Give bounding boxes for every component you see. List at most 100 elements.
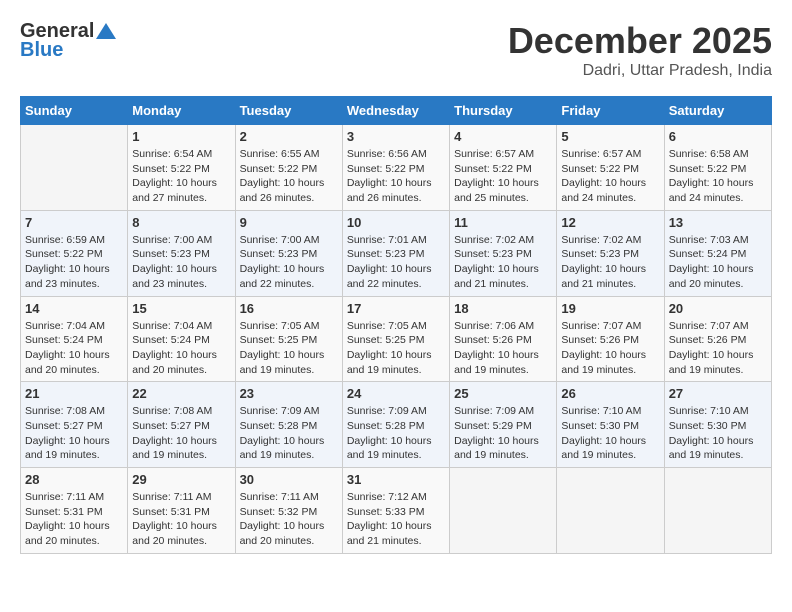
- day-number: 13: [669, 215, 767, 230]
- day-number: 30: [240, 472, 338, 487]
- calendar-week-row: 28 Sunrise: 7:11 AM Sunset: 5:31 PM Dayli…: [21, 468, 772, 554]
- day-number: 17: [347, 301, 445, 316]
- day-number: 31: [347, 472, 445, 487]
- day-number: 9: [240, 215, 338, 230]
- month-title: December 2025: [508, 20, 772, 62]
- day-number: 14: [25, 301, 123, 316]
- day-info: Sunrise: 7:03 AM Sunset: 5:24 PM Dayligh…: [669, 233, 767, 292]
- calendar-cell: 12Sunrise: 7:02 AM Sunset: 5:23 PM Dayli…: [557, 210, 664, 296]
- weekday-header-monday: Monday: [128, 97, 235, 125]
- calendar-cell: 25 Sunrise: 7:09 AM Sunset: 5:29 PM Dayli…: [450, 382, 557, 468]
- calendar-cell: 8Sunrise: 7:00 AM Sunset: 5:23 PM Daylig…: [128, 210, 235, 296]
- day-number: 21: [25, 386, 123, 401]
- weekday-header-tuesday: Tuesday: [235, 97, 342, 125]
- logo-blue-text: Blue: [20, 39, 63, 62]
- calendar-cell: 5Sunrise: 6:57 AM Sunset: 5:22 PM Daylig…: [557, 125, 664, 211]
- day-number: 16: [240, 301, 338, 316]
- day-number: 11: [454, 215, 552, 230]
- day-number: 4: [454, 129, 552, 144]
- calendar-cell: [557, 468, 664, 554]
- calendar-cell: 17Sunrise: 7:05 AM Sunset: 5:25 PM Dayli…: [342, 296, 449, 382]
- day-info: Sunrise: 7:09 AM Sunset: 5:28 PM Dayligh…: [240, 404, 338, 463]
- calendar-cell: 22 Sunrise: 7:08 AM Sunset: 5:27 PM Dayli…: [128, 382, 235, 468]
- day-info: Sunrise: 6:56 AM Sunset: 5:22 PM Dayligh…: [347, 147, 445, 206]
- day-info: Sunrise: 7:08 AM Sunset: 5:27 PM Dayligh…: [25, 404, 123, 463]
- calendar-cell: 11Sunrise: 7:02 AM Sunset: 5:23 PM Dayli…: [450, 210, 557, 296]
- day-number: 23: [240, 386, 338, 401]
- day-info: Sunrise: 7:11 AM Sunset: 5:32 PM Dayligh…: [240, 490, 338, 549]
- day-info: Sunrise: 7:07 AM Sunset: 5:26 PM Dayligh…: [561, 319, 659, 378]
- day-number: 22: [132, 386, 230, 401]
- calendar-cell: 31 Sunrise: 7:12 AM Sunset: 5:33 PM Dayli…: [342, 468, 449, 554]
- day-info: Sunrise: 6:58 AM Sunset: 5:22 PM Dayligh…: [669, 147, 767, 206]
- calendar-cell: 19 Sunrise: 7:07 AM Sunset: 5:26 PM Dayli…: [557, 296, 664, 382]
- day-info: Sunrise: 6:54 AM Sunset: 5:22 PM Dayligh…: [132, 147, 230, 206]
- day-number: 29: [132, 472, 230, 487]
- day-info: Sunrise: 7:01 AM Sunset: 5:23 PM Dayligh…: [347, 233, 445, 292]
- day-number: 25: [454, 386, 552, 401]
- calendar-cell: 28Sunrise: 7:11 AM Sunset: 5:31 PM Dayli…: [21, 468, 128, 554]
- calendar-cell: 30 Sunrise: 7:11 AM Sunset: 5:32 PM Dayli…: [235, 468, 342, 554]
- calendar-cell: [664, 468, 771, 554]
- day-number: 19: [561, 301, 659, 316]
- day-number: 6: [669, 129, 767, 144]
- weekday-header-wednesday: Wednesday: [342, 97, 449, 125]
- calendar-cell: 13 Sunrise: 7:03 AM Sunset: 5:24 PM Dayli…: [664, 210, 771, 296]
- calendar-cell: 24 Sunrise: 7:09 AM Sunset: 5:28 PM Dayli…: [342, 382, 449, 468]
- calendar-cell: 16 Sunrise: 7:05 AM Sunset: 5:25 PM Dayli…: [235, 296, 342, 382]
- day-number: 28: [25, 472, 123, 487]
- calendar-cell: 26Sunrise: 7:10 AM Sunset: 5:30 PM Dayli…: [557, 382, 664, 468]
- day-info: Sunrise: 7:00 AM Sunset: 5:23 PM Dayligh…: [240, 233, 338, 292]
- calendar: SundayMondayTuesdayWednesdayThursdayFrid…: [20, 96, 772, 554]
- calendar-week-row: 14 Sunrise: 7:04 AM Sunset: 5:24 PM Dayli…: [21, 296, 772, 382]
- day-number: 3: [347, 129, 445, 144]
- logo: General Blue: [20, 20, 116, 62]
- day-info: Sunrise: 7:10 AM Sunset: 5:30 PM Dayligh…: [669, 404, 767, 463]
- day-info: Sunrise: 7:09 AM Sunset: 5:29 PM Dayligh…: [454, 404, 552, 463]
- location-title: Dadri, Uttar Pradesh, India: [508, 62, 772, 80]
- weekday-header-thursday: Thursday: [450, 97, 557, 125]
- day-info: Sunrise: 6:57 AM Sunset: 5:22 PM Dayligh…: [454, 147, 552, 206]
- day-number: 15: [132, 301, 230, 316]
- title-area: December 2025 Dadri, Uttar Pradesh, Indi…: [508, 20, 772, 80]
- calendar-cell: 20 Sunrise: 7:07 AM Sunset: 5:26 PM Dayli…: [664, 296, 771, 382]
- day-info: Sunrise: 7:06 AM Sunset: 5:26 PM Dayligh…: [454, 319, 552, 378]
- weekday-header-friday: Friday: [557, 97, 664, 125]
- day-info: Sunrise: 6:59 AM Sunset: 5:22 PM Dayligh…: [25, 233, 123, 292]
- day-number: 1: [132, 129, 230, 144]
- day-info: Sunrise: 7:04 AM Sunset: 5:24 PM Dayligh…: [25, 319, 123, 378]
- weekday-header-saturday: Saturday: [664, 97, 771, 125]
- day-number: 24: [347, 386, 445, 401]
- calendar-week-row: 21 Sunrise: 7:08 AM Sunset: 5:27 PM Dayli…: [21, 382, 772, 468]
- calendar-cell: 10Sunrise: 7:01 AM Sunset: 5:23 PM Dayli…: [342, 210, 449, 296]
- calendar-cell: 15 Sunrise: 7:04 AM Sunset: 5:24 PM Dayli…: [128, 296, 235, 382]
- calendar-cell: 1 Sunrise: 6:54 AM Sunset: 5:22 PM Daylig…: [128, 125, 235, 211]
- day-info: Sunrise: 6:57 AM Sunset: 5:22 PM Dayligh…: [561, 147, 659, 206]
- day-number: 7: [25, 215, 123, 230]
- day-info: Sunrise: 7:11 AM Sunset: 5:31 PM Dayligh…: [132, 490, 230, 549]
- day-number: 18: [454, 301, 552, 316]
- calendar-cell: 14 Sunrise: 7:04 AM Sunset: 5:24 PM Dayli…: [21, 296, 128, 382]
- weekday-header-row: SundayMondayTuesdayWednesdayThursdayFrid…: [21, 97, 772, 125]
- day-info: Sunrise: 7:10 AM Sunset: 5:30 PM Dayligh…: [561, 404, 659, 463]
- day-info: Sunrise: 7:05 AM Sunset: 5:25 PM Dayligh…: [240, 319, 338, 378]
- calendar-cell: 3 Sunrise: 6:56 AM Sunset: 5:22 PM Daylig…: [342, 125, 449, 211]
- calendar-week-row: 1 Sunrise: 6:54 AM Sunset: 5:22 PM Daylig…: [21, 125, 772, 211]
- calendar-cell: 23 Sunrise: 7:09 AM Sunset: 5:28 PM Dayli…: [235, 382, 342, 468]
- day-number: 8: [132, 215, 230, 230]
- day-number: 20: [669, 301, 767, 316]
- calendar-cell: [450, 468, 557, 554]
- day-info: Sunrise: 7:08 AM Sunset: 5:27 PM Dayligh…: [132, 404, 230, 463]
- calendar-cell: 6 Sunrise: 6:58 AM Sunset: 5:22 PM Daylig…: [664, 125, 771, 211]
- day-number: 2: [240, 129, 338, 144]
- day-info: Sunrise: 7:07 AM Sunset: 5:26 PM Dayligh…: [669, 319, 767, 378]
- calendar-cell: 2 Sunrise: 6:55 AM Sunset: 5:22 PM Daylig…: [235, 125, 342, 211]
- calendar-cell: 29 Sunrise: 7:11 AM Sunset: 5:31 PM Dayli…: [128, 468, 235, 554]
- day-info: Sunrise: 7:04 AM Sunset: 5:24 PM Dayligh…: [132, 319, 230, 378]
- day-info: Sunrise: 6:55 AM Sunset: 5:22 PM Dayligh…: [240, 147, 338, 206]
- day-info: Sunrise: 7:09 AM Sunset: 5:28 PM Dayligh…: [347, 404, 445, 463]
- day-number: 12: [561, 215, 659, 230]
- header: General Blue December 2025 Dadri, Uttar …: [20, 20, 772, 80]
- day-info: Sunrise: 7:12 AM Sunset: 5:33 PM Dayligh…: [347, 490, 445, 549]
- calendar-cell: 7 Sunrise: 6:59 AM Sunset: 5:22 PM Daylig…: [21, 210, 128, 296]
